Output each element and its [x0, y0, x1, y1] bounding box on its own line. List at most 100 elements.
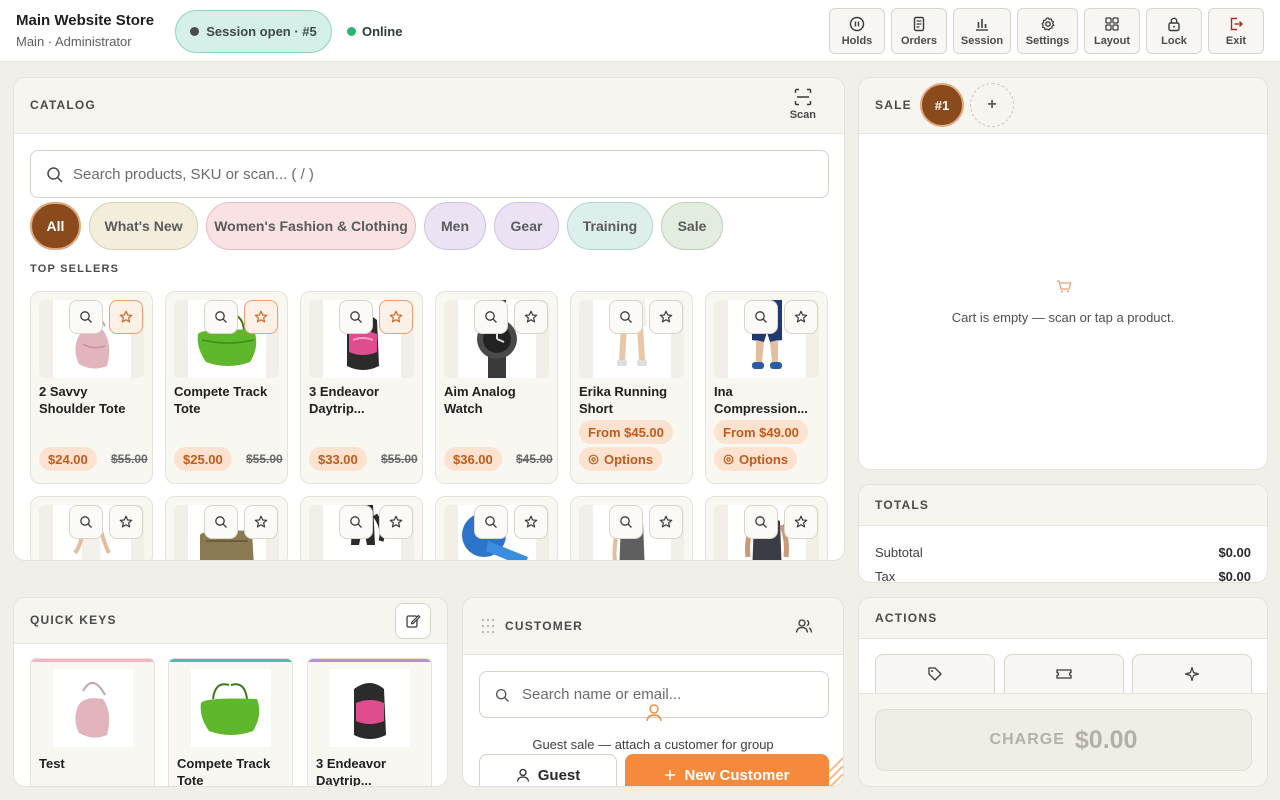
layout-button[interactable]: Layout — [1084, 8, 1140, 54]
product-card[interactable]: Compete Track Tote $25.00 $55.00 — [165, 291, 288, 484]
product-card[interactable] — [570, 496, 693, 560]
search-icon — [215, 311, 227, 323]
favorite-button[interactable] — [379, 300, 413, 334]
product-card[interactable] — [165, 496, 288, 560]
category-chip-womens[interactable]: Women's Fashion & Clothing — [206, 202, 416, 250]
product-preview-button[interactable] — [69, 505, 103, 539]
search-icon — [350, 516, 362, 528]
search-icon — [620, 311, 632, 323]
charge-amount: $0.00 — [1074, 725, 1138, 754]
charge-button[interactable]: CHARGE $0.00 — [875, 709, 1252, 771]
product-preview-button[interactable] — [474, 505, 508, 539]
exit-button[interactable]: Exit — [1208, 8, 1264, 54]
favorite-button[interactable] — [244, 505, 278, 539]
orders-button[interactable]: Orders — [891, 8, 947, 54]
product-preview-button[interactable] — [744, 300, 778, 334]
product-preview-button[interactable] — [204, 505, 238, 539]
category-label: Men — [441, 218, 469, 234]
quick-key-name: Test — [39, 756, 65, 771]
totals-panel: TOTALS Subtotal $0.00 Tax $0.00 — [858, 484, 1268, 583]
product-preview-button[interactable] — [744, 505, 778, 539]
product-old-price: $55.00 — [246, 452, 283, 466]
category-chip-gear[interactable]: Gear — [494, 202, 559, 250]
edit-quick-keys-button[interactable] — [395, 603, 431, 639]
favorite-button[interactable] — [379, 505, 413, 539]
favorite-button[interactable] — [109, 300, 143, 334]
product-from-price: From $49.00 — [714, 420, 808, 444]
search-icon — [485, 311, 497, 323]
product-card[interactable] — [30, 496, 153, 560]
quick-key-name: 3 Endeavor Daytrip... — [316, 756, 387, 787]
holds-button[interactable]: Holds — [829, 8, 885, 54]
holds-label: Holds — [841, 34, 873, 47]
scan-icon — [794, 88, 812, 106]
product-card[interactable]: 2 Savvy Shoulder Tote $24.00 $55.00 — [30, 291, 153, 484]
session-status-button[interactable]: Session open · #5 — [175, 10, 332, 53]
quick-key-card[interactable]: Test — [30, 658, 155, 786]
product-preview-button[interactable] — [609, 300, 643, 334]
category-chip-training[interactable]: Training — [567, 202, 653, 250]
product-card[interactable] — [435, 496, 558, 560]
favorite-button[interactable] — [649, 300, 683, 334]
product-preview-button[interactable] — [69, 300, 103, 334]
product-preview-button[interactable] — [204, 300, 238, 334]
scan-button[interactable]: Scan — [790, 88, 816, 121]
quick-key-image — [191, 669, 271, 747]
product-search-input[interactable]: Search products, SKU or scan... ( / ) — [30, 150, 829, 198]
lock-label: Lock — [1161, 34, 1187, 47]
quick-key-color-bar — [308, 659, 431, 662]
settings-button[interactable]: Settings — [1017, 8, 1078, 54]
product-card[interactable]: Ina Compression... From $49.00 Options — [705, 291, 828, 484]
new-customer-button[interactable]: New Customer — [625, 754, 829, 786]
sale-tab-active[interactable]: #1 — [920, 83, 964, 127]
favorite-button[interactable] — [784, 505, 818, 539]
favorite-button[interactable] — [109, 505, 143, 539]
category-label: Sale — [677, 218, 707, 234]
product-preview-button[interactable] — [339, 505, 373, 539]
product-name: Aim Analog Watch — [444, 384, 516, 416]
charge-label: CHARGE — [989, 731, 1065, 748]
quick-key-card[interactable]: 3 Endeavor Daytrip... — [307, 658, 432, 787]
person-icon — [646, 704, 662, 722]
product-preview-button[interactable] — [339, 300, 373, 334]
new-sale-button[interactable]: + — [970, 83, 1014, 127]
product-card[interactable]: Erika Running Short From $45.00 Options — [570, 291, 693, 484]
star-icon — [389, 310, 403, 323]
guest-button[interactable]: Guest — [479, 754, 617, 786]
product-preview-button[interactable] — [474, 300, 508, 334]
category-chip-sale[interactable]: Sale — [661, 202, 723, 250]
options-button[interactable]: Options — [714, 447, 798, 471]
category-chip-whats-new[interactable]: What's New — [89, 202, 198, 250]
scan-label: Scan — [789, 109, 816, 121]
orders-label: Orders — [900, 34, 938, 47]
favorite-button[interactable] — [649, 505, 683, 539]
quick-key-card[interactable]: Compete Track Tote — [168, 658, 293, 786]
product-card[interactable] — [705, 496, 828, 560]
options-icon — [723, 454, 734, 464]
product-name: Ina Compression... — [714, 384, 808, 416]
product-name: 2 Savvy Shoulder Tote — [39, 384, 126, 416]
drag-handle-icon[interactable] — [481, 618, 495, 634]
options-button[interactable]: Options — [579, 447, 663, 471]
product-card[interactable]: Aim Analog Watch $36.00 $45.00 — [435, 291, 558, 484]
search-icon — [80, 516, 92, 528]
users-icon[interactable] — [795, 617, 813, 635]
category-chip-all[interactable]: All — [30, 202, 81, 250]
customer-title: CUSTOMER — [505, 619, 584, 633]
lock-button[interactable]: Lock — [1146, 8, 1202, 54]
product-card[interactable] — [300, 496, 423, 560]
search-icon — [215, 516, 227, 528]
favorite-button[interactable] — [514, 300, 548, 334]
sparkle-icon — [1184, 666, 1200, 682]
bar-chart-icon — [976, 18, 988, 31]
new-customer-label: New Customer — [684, 766, 790, 784]
product-preview-button[interactable] — [609, 505, 643, 539]
category-chip-men[interactable]: Men — [424, 202, 486, 250]
favorite-button[interactable] — [784, 300, 818, 334]
star-icon — [119, 310, 133, 323]
product-card[interactable]: 3 Endeavor Daytrip... $33.00 $55.00 — [300, 291, 423, 484]
favorite-button[interactable] — [244, 300, 278, 334]
session-button[interactable]: Session — [953, 8, 1011, 54]
favorite-button[interactable] — [514, 505, 548, 539]
empty-cart-icon — [1057, 280, 1072, 293]
